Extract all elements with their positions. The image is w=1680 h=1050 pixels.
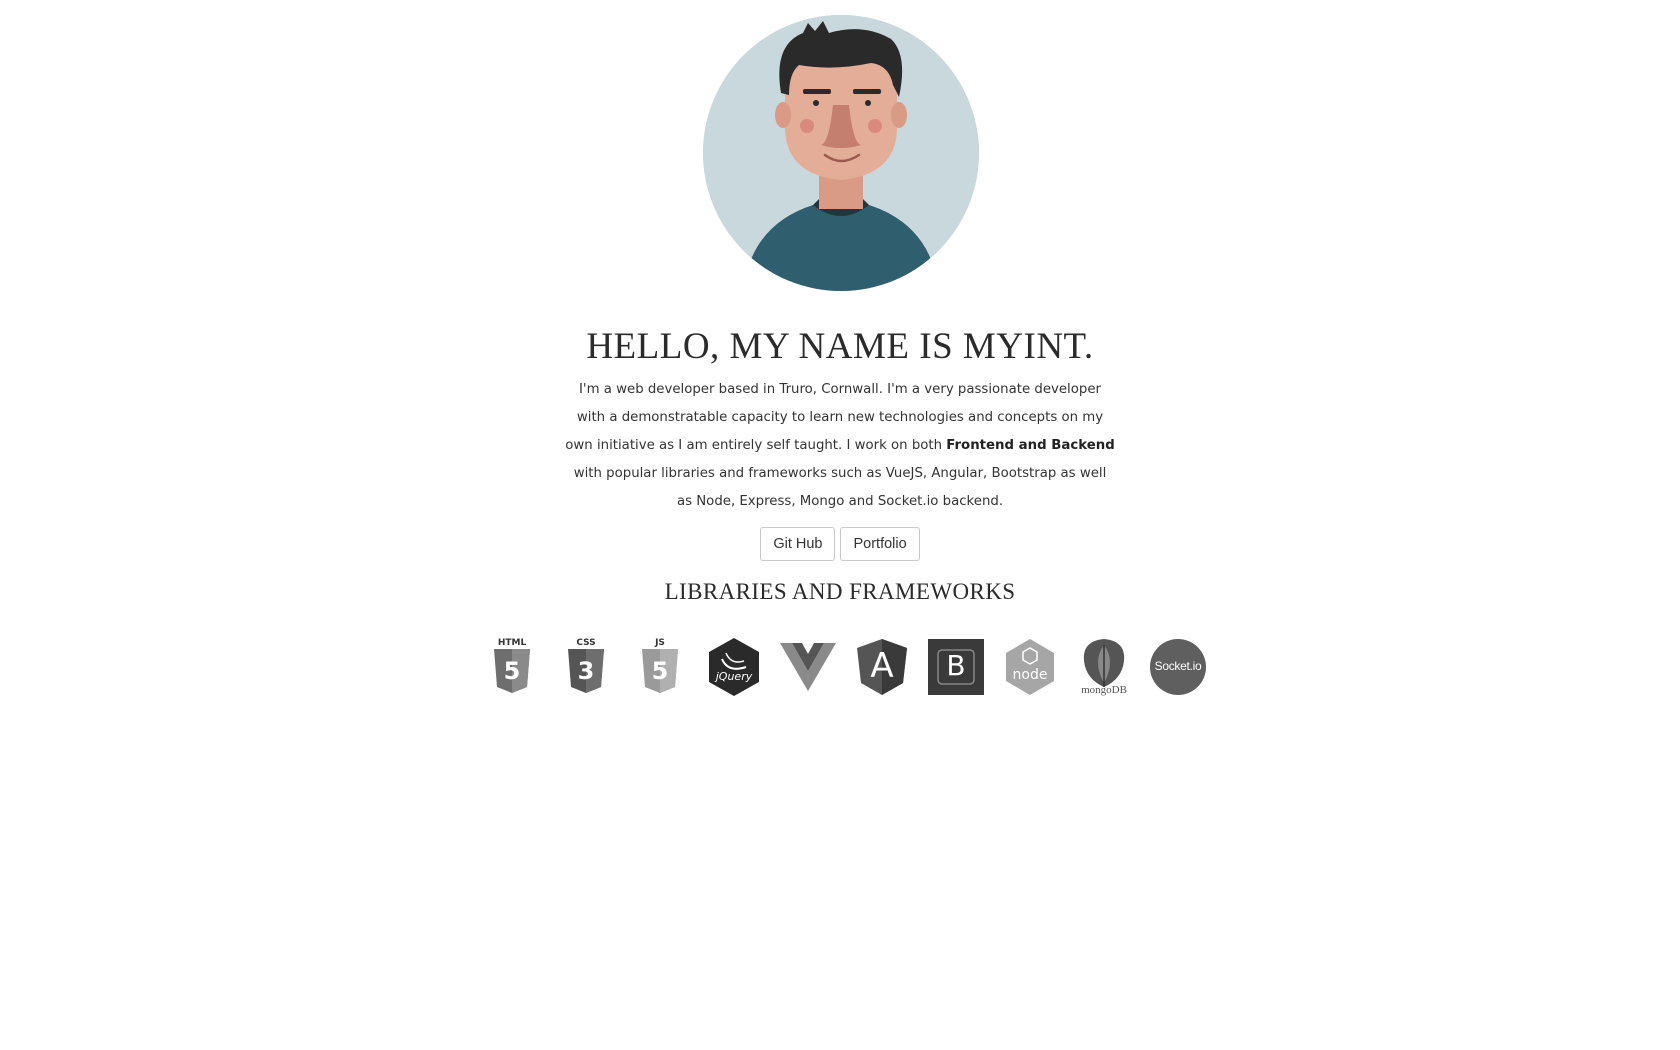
bootstrap-glyph: B	[946, 649, 966, 682]
html5-label: HTML	[497, 638, 527, 648]
javascript-label: JS	[655, 638, 665, 648]
socketio-label: Socket.io	[1154, 659, 1202, 673]
nodejs-label: node	[1012, 667, 1048, 683]
javascript-glyph: 5	[651, 657, 669, 685]
html5-icon: HTML 5	[484, 637, 540, 697]
developer-avatar-illustration	[703, 15, 979, 291]
bootstrap-icon: B	[928, 637, 984, 697]
nodejs-icon: node	[1002, 637, 1058, 697]
bio-paragraph: I'm a web developer based in Truro, Corn…	[565, 376, 1115, 516]
page-title: HELLO, MY NAME IS MYINT.	[586, 326, 1094, 367]
libraries-heading: LIBRARIES AND FRAMEWORKS	[664, 579, 1016, 604]
angular-glyph: A	[870, 646, 894, 686]
vuejs-icon	[780, 637, 836, 697]
portfolio-button[interactable]: Portfolio	[840, 527, 920, 561]
mongodb-label: mongoDB	[1081, 684, 1127, 696]
link-buttons: Git Hub Portfolio	[0, 527, 1680, 561]
jquery-label: jQuery	[715, 670, 753, 683]
libraries-logo-row: HTML 5 CSS 3 JS 5 jQuery A B node mongoD…	[484, 637, 1206, 697]
angular-icon: A	[854, 637, 910, 697]
javascript-icon: JS 5	[632, 637, 688, 697]
jquery-icon: jQuery	[706, 637, 762, 697]
css3-icon: CSS 3	[558, 637, 614, 697]
bio-highlight: Frontend and Backend	[946, 438, 1115, 453]
bio-text-end: with popular libraries and frameworks su…	[573, 466, 1107, 509]
github-button[interactable]: Git Hub	[760, 527, 836, 561]
mongodb-icon: mongoDB	[1076, 637, 1132, 697]
css3-glyph: 3	[577, 657, 595, 685]
profile-avatar	[703, 15, 979, 291]
html5-glyph: 5	[503, 657, 521, 685]
socketio-icon: Socket.io	[1150, 637, 1206, 697]
css3-label: CSS	[576, 638, 596, 648]
